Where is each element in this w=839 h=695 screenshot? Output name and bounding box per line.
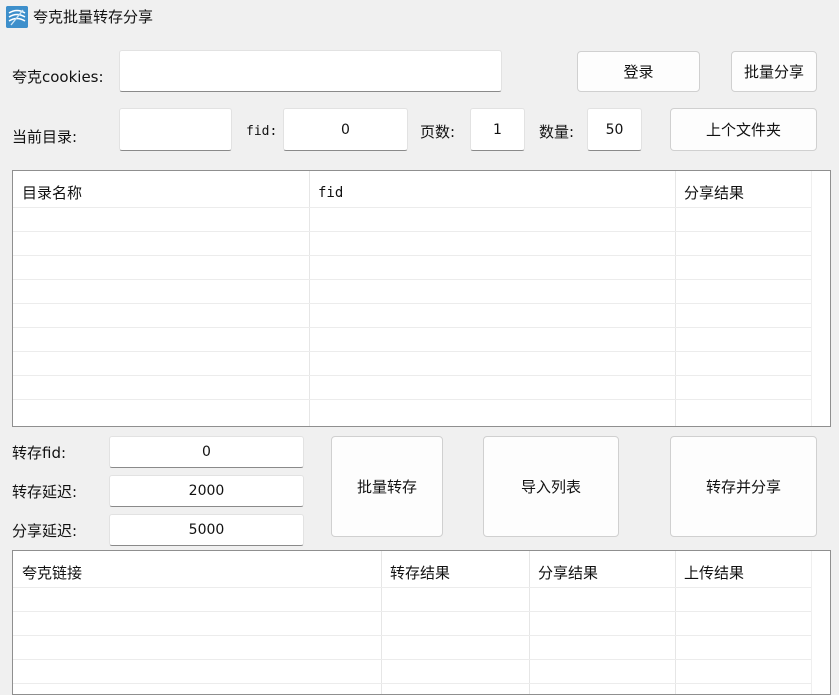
column-divider: [309, 171, 310, 426]
transfer-fid-label: 转存fid:: [12, 444, 67, 462]
title-bar: 夸克批量转存分享: [0, 0, 839, 36]
link-col-transfer-result[interactable]: 转存结果: [381, 551, 529, 587]
row-divider: [13, 279, 830, 280]
link-table-scroll-area[interactable]: [811, 551, 830, 694]
row-divider: [13, 351, 830, 352]
window-title: 夸克批量转存分享: [33, 8, 154, 26]
row-divider: [13, 587, 830, 588]
row-divider: [13, 611, 830, 612]
share-delay-input[interactable]: 5000: [109, 514, 304, 546]
dir-col-share-result[interactable]: 分享结果: [675, 171, 815, 207]
row-divider: [13, 399, 830, 400]
login-button[interactable]: 登录: [577, 51, 700, 92]
current-dir-input[interactable]: [119, 108, 232, 151]
dir-table-scroll-area[interactable]: [811, 171, 830, 426]
link-table[interactable]: 夸克链接 转存结果 分享结果 上传结果: [12, 550, 831, 695]
fid-label: fid:: [246, 124, 278, 139]
batch-share-button[interactable]: 批量分享: [731, 51, 817, 92]
row-divider: [13, 683, 830, 684]
dir-col-name[interactable]: 目录名称: [13, 171, 309, 207]
row-divider: [13, 327, 830, 328]
row-divider: [13, 207, 830, 208]
transfer-delay-input[interactable]: 2000: [109, 475, 304, 507]
cookies-input[interactable]: [119, 50, 502, 92]
transfer-fid-input[interactable]: 0: [109, 436, 304, 468]
share-delay-label: 分享延迟:: [12, 522, 78, 540]
row-divider: [13, 255, 830, 256]
batch-transfer-button[interactable]: 批量转存: [331, 436, 443, 537]
link-col-upload-result[interactable]: 上传结果: [675, 551, 815, 587]
transfer-and-share-button[interactable]: 转存并分享: [670, 436, 817, 537]
link-col-share-result[interactable]: 分享结果: [529, 551, 675, 587]
current-dir-label: 当前目录:: [12, 128, 78, 146]
column-divider: [381, 551, 382, 694]
dir-table[interactable]: 目录名称 fid 分享结果: [12, 170, 831, 427]
row-divider: [13, 635, 830, 636]
row-divider: [13, 303, 830, 304]
link-col-url[interactable]: 夸克链接: [13, 551, 381, 587]
row-divider: [13, 375, 830, 376]
column-divider: [529, 551, 530, 694]
count-input[interactable]: 50: [587, 108, 642, 151]
row-divider: [13, 231, 830, 232]
page-input[interactable]: 1: [470, 108, 525, 151]
cookies-label: 夸克cookies:: [12, 68, 104, 86]
column-divider: [675, 171, 676, 426]
column-divider: [675, 551, 676, 694]
row-divider: [13, 659, 830, 660]
parent-folder-button[interactable]: 上个文件夹: [670, 108, 817, 151]
dir-col-fid[interactable]: fid: [309, 171, 675, 207]
transfer-delay-label: 转存延迟:: [12, 483, 78, 501]
import-list-button[interactable]: 导入列表: [483, 436, 619, 537]
app-logo-icon: [6, 6, 28, 28]
page-label: 页数:: [420, 123, 456, 141]
fid-input[interactable]: 0: [283, 108, 408, 151]
count-label: 数量:: [539, 123, 575, 141]
